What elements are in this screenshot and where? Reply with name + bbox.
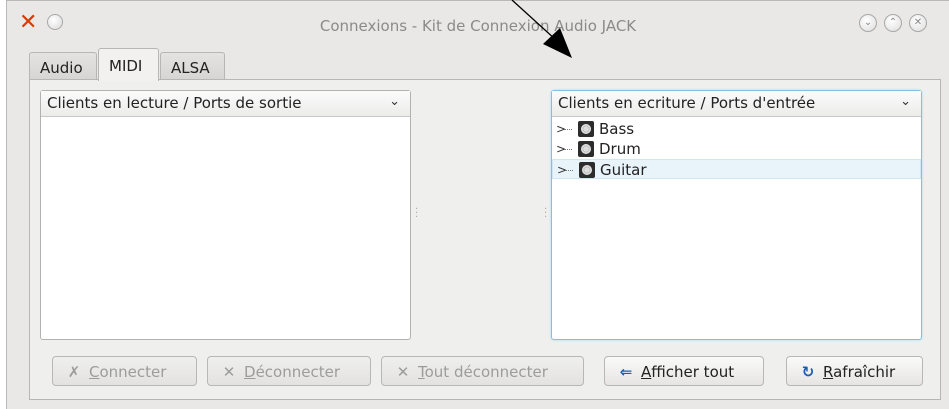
- tab-midi[interactable]: MIDI: [98, 48, 159, 81]
